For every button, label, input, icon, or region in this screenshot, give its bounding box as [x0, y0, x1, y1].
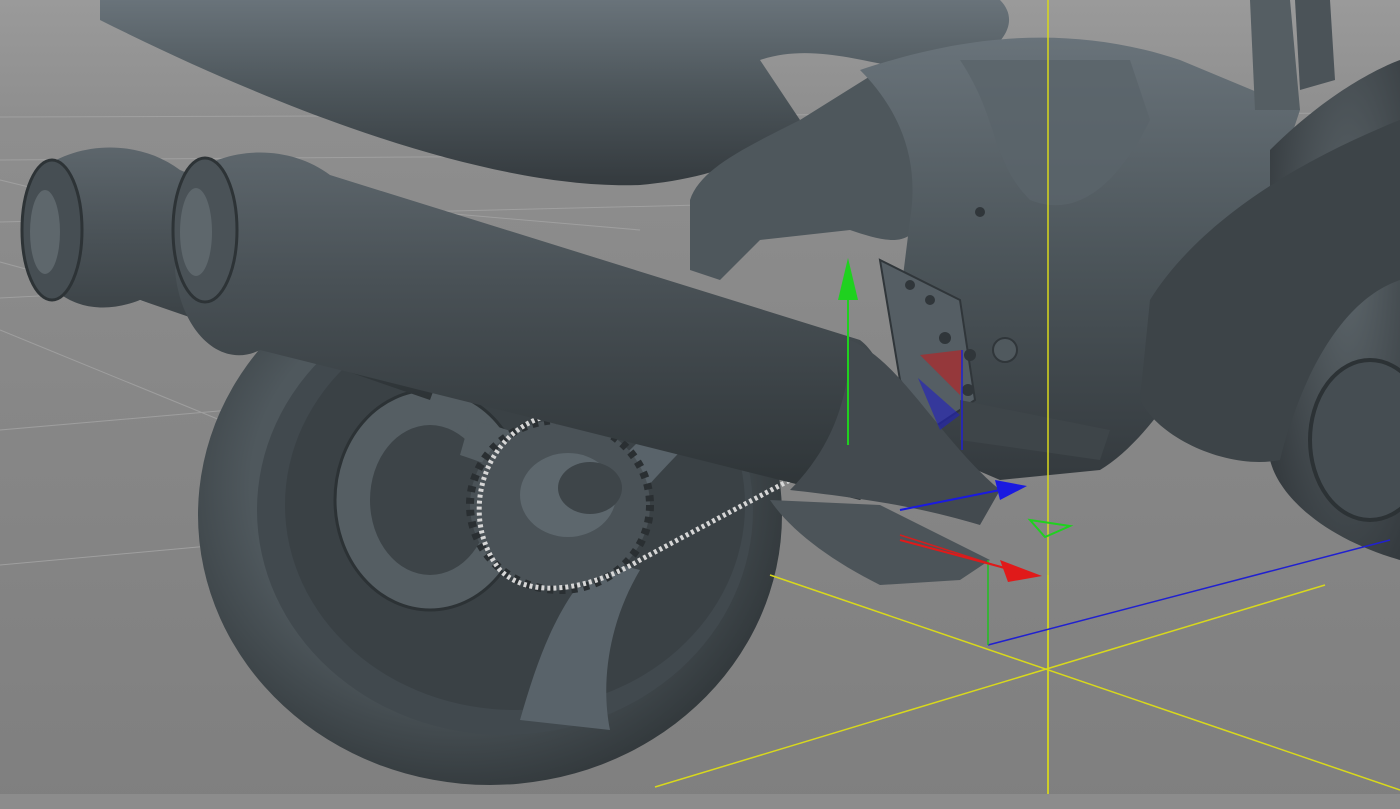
front-fork [1250, 0, 1300, 110]
object-axis [899, 534, 1391, 646]
3d-viewport[interactable] [0, 0, 1400, 809]
viewport-footer [0, 794, 1400, 809]
